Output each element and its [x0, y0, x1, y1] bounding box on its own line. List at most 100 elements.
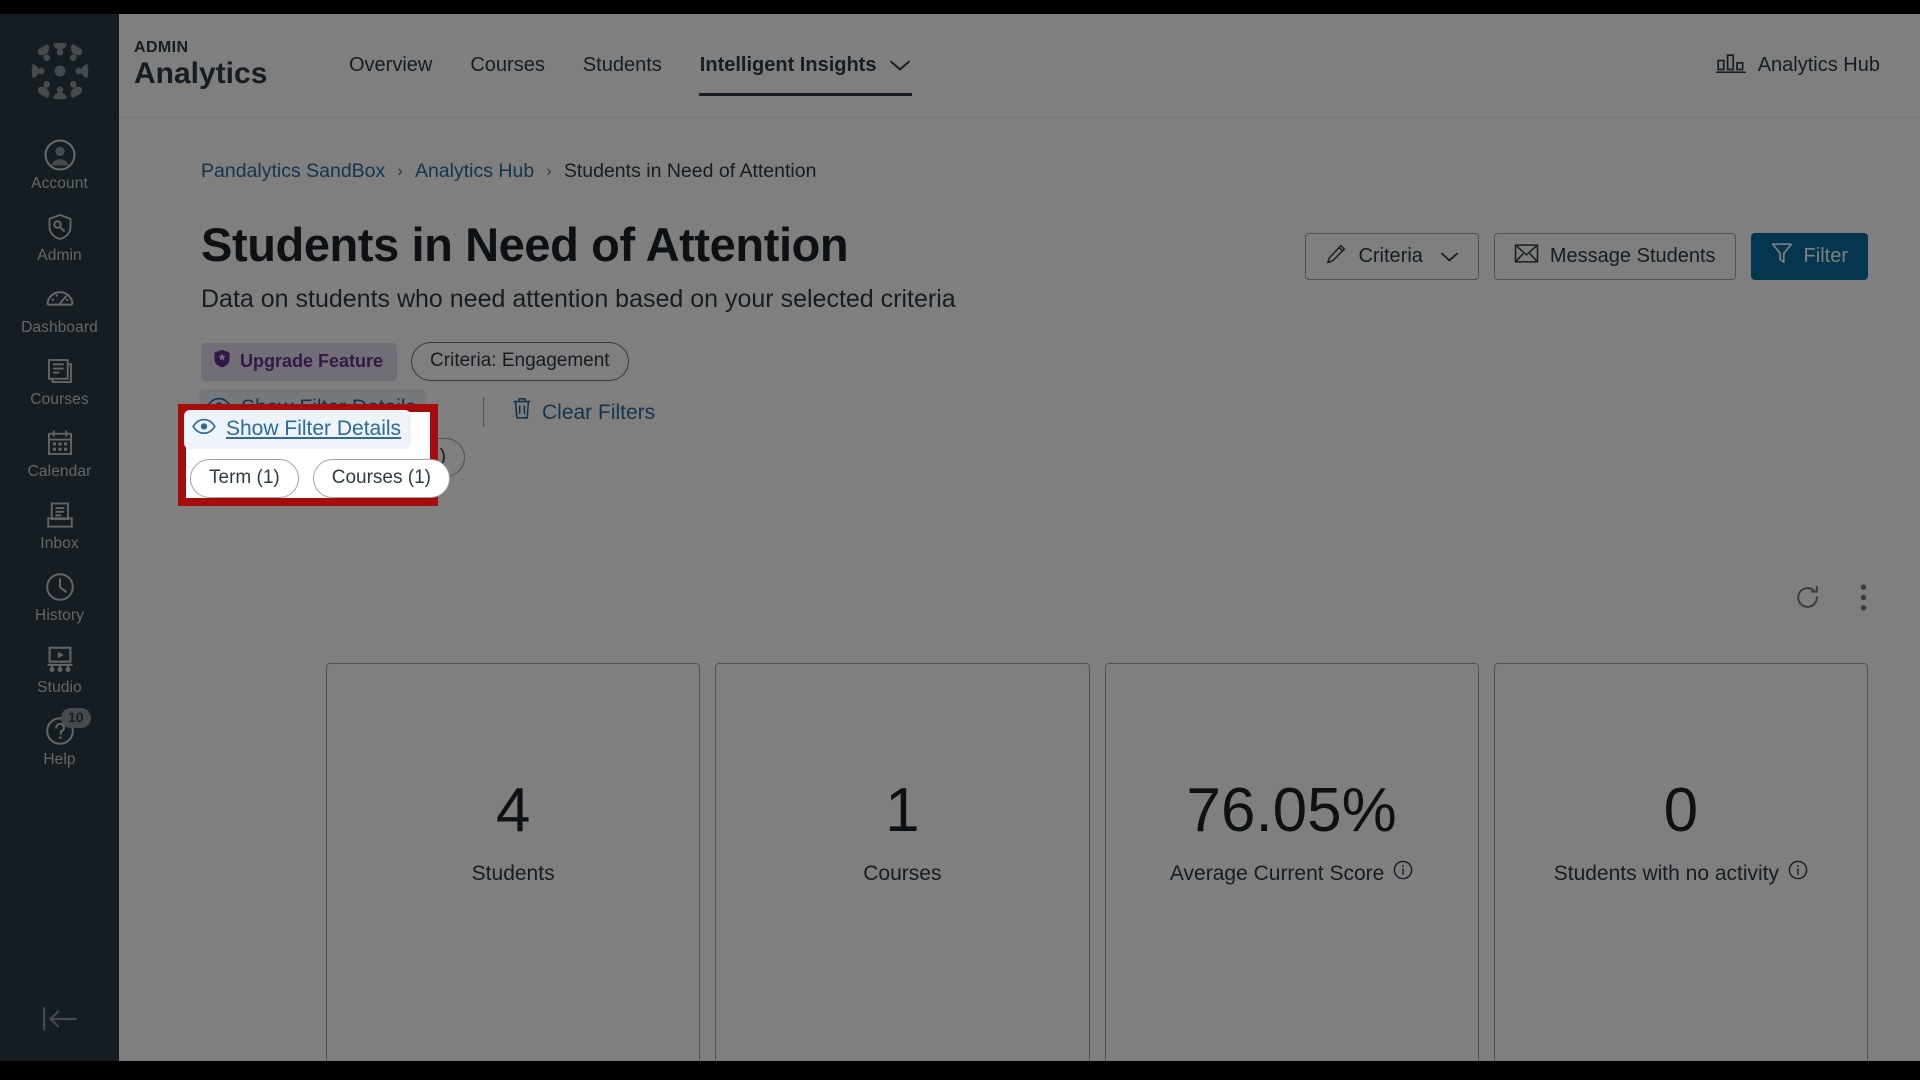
shield-star-icon [213, 349, 231, 374]
card-toolbar [1794, 583, 1868, 617]
info-icon[interactable] [1788, 860, 1808, 888]
breadcrumb-item-account[interactable]: Pandalytics SandBox [201, 158, 385, 184]
clear-filters-label: Clear Filters [541, 400, 656, 424]
chevron-down-icon [889, 59, 911, 72]
sidebar-label: Studio [37, 679, 82, 696]
sidebar-item-dashboard[interactable]: Dashboard [0, 273, 119, 345]
criteria-engagement-pill[interactable]: Criteria: Engagement [411, 342, 629, 381]
stat-card-average-current-score: 76.05% Average Current Score [1104, 663, 1479, 1061]
sidebar-label: Account [31, 175, 88, 192]
calendar-icon [45, 426, 75, 460]
filter-label: Filter [1803, 245, 1848, 267]
stat-label: Average Current Score [1170, 860, 1413, 888]
summary-stat-cards: 4 Students 1 Courses 76.05% Average Curr… [326, 663, 1868, 1061]
sidebar-label: Calendar [27, 463, 92, 480]
sidebar-label: Dashboard [21, 319, 98, 336]
sidebar-item-account[interactable]: Account [0, 129, 119, 201]
highlight-callout-content: Show Filter Details Term (1) Courses (1) [174, 400, 450, 502]
upgrade-feature-badge: Upgrade Feature [201, 342, 398, 381]
criteria-button[interactable]: Criteria [1305, 233, 1479, 280]
stat-value: 1 [885, 776, 920, 845]
filter-pill-term-highlighted[interactable]: Term (1) [190, 459, 299, 498]
gauge-icon [44, 282, 76, 316]
collapse-navigation-button[interactable] [0, 1004, 119, 1039]
refresh-icon[interactable] [1794, 584, 1821, 616]
highlight-callout-box: Show Filter Details Term (1) Courses (1) [178, 404, 450, 506]
studio-icon [44, 642, 76, 676]
stat-label: Students [472, 860, 555, 888]
stat-label-text: Students [471, 862, 555, 885]
brand-eyebrow: ADMIN [134, 39, 189, 56]
page-actions: Criteria Message Students Filter [1305, 233, 1868, 280]
stat-value: 76.05% [1186, 776, 1397, 845]
message-students-label: Message Students [1549, 245, 1716, 267]
title-block: Students in Need of Attention Data on st… [201, 217, 956, 316]
filter-pill-courses-highlighted[interactable]: Courses (1) [312, 459, 450, 498]
stat-label-text: Students with no activity [1553, 862, 1780, 885]
show-filter-details-link-highlighted[interactable]: Show Filter Details [186, 412, 410, 447]
app-top-navigation: Overview Courses Students Intelligent In… [330, 14, 930, 118]
global-navigation: Account Admin Dashboard Courses Calendar… [0, 14, 119, 1061]
tab-intelligent-insights[interactable]: Intelligent Insights [681, 14, 931, 118]
tab-overview[interactable]: Overview [330, 14, 451, 118]
pencil-icon [1325, 243, 1347, 271]
collapse-left-icon [39, 1004, 81, 1039]
sidebar-label: Admin [37, 247, 82, 264]
breadcrumb-separator: › [397, 161, 403, 180]
stat-card-students: 4 Students [326, 663, 701, 1061]
funnel-icon [1771, 242, 1793, 271]
active-filter-pills-highlighted: Term (1) Courses (1) [186, 459, 450, 498]
sidebar-label: History [35, 607, 84, 624]
sidebar-label: Help [43, 751, 76, 768]
page-title-row: Students in Need of Attention Data on st… [201, 217, 1920, 316]
inbox-icon [45, 498, 75, 532]
bar-chart-icon [1715, 51, 1746, 81]
canvas-logo[interactable] [29, 40, 91, 107]
trash-icon [512, 397, 532, 428]
sidebar-item-help[interactable]: 10 Help [0, 705, 119, 777]
help-notification-badge: 10 [61, 708, 91, 728]
tab-courses[interactable]: Courses [451, 14, 563, 118]
tab-label: Intelligent Insights [699, 54, 877, 76]
envelope-icon [1514, 243, 1539, 270]
stat-card-courses: 1 Courses [715, 663, 1090, 1061]
tag-row: Upgrade Feature Criteria: Engagement [201, 342, 1920, 381]
criteria-label: Criteria [1358, 245, 1423, 267]
clock-icon [44, 570, 76, 604]
app-header: ADMIN Analytics Overview Courses Student… [119, 14, 1920, 118]
filter-button[interactable]: Filter [1750, 233, 1868, 280]
stat-value: 0 [1663, 776, 1699, 845]
stat-label-text: Courses [863, 862, 942, 885]
chevron-down-icon [1440, 251, 1459, 263]
info-icon[interactable] [1393, 860, 1413, 888]
breadcrumb-item-hub[interactable]: Analytics Hub [415, 158, 534, 184]
sidebar-item-studio[interactable]: Studio [0, 633, 119, 705]
filter-controls-row: Show Filter Details Term (1) Courses (1) [201, 391, 1920, 477]
show-filter-details-label: Show Filter Details [226, 417, 402, 440]
breadcrumb-item-current: Students in Need of Attention [563, 160, 817, 182]
brand-title: Analytics [134, 57, 268, 90]
sidebar-item-admin[interactable]: Admin [0, 201, 119, 273]
clear-filters-link[interactable]: Clear Filters [512, 397, 655, 428]
kebab-menu-icon[interactable] [1859, 583, 1868, 617]
page-title: Students in Need of Attention [201, 218, 849, 271]
sidebar-item-inbox[interactable]: Inbox [0, 489, 119, 561]
tab-students[interactable]: Students [564, 14, 681, 118]
sidebar-label: Inbox [40, 535, 79, 552]
message-students-button[interactable]: Message Students [1493, 233, 1736, 280]
breadcrumb-separator: › [546, 161, 552, 180]
breadcrumb: Pandalytics SandBox › Analytics Hub › St… [201, 158, 1920, 184]
analytics-hub-link[interactable]: Analytics Hub [1715, 51, 1880, 81]
sidebar-item-history[interactable]: History [0, 561, 119, 633]
sidebar-item-courses[interactable]: Courses [0, 345, 119, 417]
sidebar-label: Courses [30, 391, 89, 408]
app-brand: ADMIN Analytics [134, 39, 330, 92]
book-icon [45, 354, 75, 388]
stat-value: 4 [495, 776, 531, 845]
stat-label: Courses [863, 860, 941, 888]
page-content: Pandalytics SandBox › Analytics Hub › St… [119, 118, 1920, 1061]
upgrade-feature-label: Upgrade Feature [240, 351, 384, 371]
eye-icon [192, 415, 216, 443]
stat-label-text: Average Current Score [1169, 862, 1385, 885]
sidebar-item-calendar[interactable]: Calendar [0, 417, 119, 489]
